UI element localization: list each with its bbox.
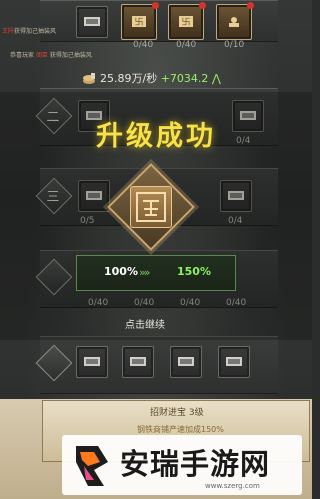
- income-rate: 25.89万/秒 +7034.2 ⋀: [100, 72, 221, 85]
- current-bonus: 100%: [104, 265, 138, 278]
- scroll-icon: [225, 355, 243, 368]
- item-slot[interactable]: [218, 346, 250, 378]
- next-bonus: 150%: [177, 265, 211, 278]
- tap-to-continue-label[interactable]: 点击继续: [125, 316, 165, 331]
- broadcast-notice: 恭喜玩家 阁臣 获得加己抽装风: [10, 52, 92, 59]
- brand-name: 安瑞手游网: [120, 447, 271, 481]
- item-slot[interactable]: [170, 346, 202, 378]
- scroll-icon: [83, 15, 101, 28]
- item-slot-active[interactable]: [216, 2, 254, 40]
- notification-dot: [247, 2, 254, 9]
- seal-icon: 卐: [130, 15, 148, 28]
- seal-icon: 卐: [177, 15, 195, 28]
- item-slot[interactable]: [76, 346, 108, 378]
- bonus-progress-bar: 100% »» 150%: [76, 255, 236, 291]
- shop-subtitle: 钢铁商铺产速加成150%: [137, 425, 224, 434]
- notification-dot: [152, 2, 159, 9]
- merchant-icon: [225, 15, 243, 28]
- coin-stack-icon: [82, 70, 96, 84]
- item-count: 0/10: [224, 40, 245, 50]
- up-chevron-icon: ⋀: [211, 72, 221, 85]
- item-count: 0/40: [133, 40, 154, 50]
- seal-icon: [130, 186, 172, 228]
- scroll-icon: [129, 355, 147, 368]
- scroll-icon: [83, 355, 101, 368]
- svg-text:卐: 卐: [134, 17, 143, 28]
- brand-logo-icon: [68, 440, 114, 490]
- item-count: 0/40: [176, 40, 197, 50]
- notification-dot: [199, 2, 206, 9]
- double-chevron-right-icon: »»: [139, 266, 151, 279]
- item-slot-active[interactable]: 卐: [168, 2, 206, 40]
- scroll-icon: [177, 355, 195, 368]
- svg-text:卐: 卐: [181, 17, 190, 28]
- shop-title: 招财进宝 3级: [150, 408, 204, 418]
- item-slot-active[interactable]: 卐: [121, 2, 159, 40]
- item-slot[interactable]: [122, 346, 154, 378]
- broadcast-notice: 王阡获得加己抽装风: [2, 28, 57, 35]
- brand-url: www.szerg.com: [205, 482, 260, 490]
- level-up-title: 升级成功: [96, 121, 216, 152]
- item-slot[interactable]: [76, 6, 108, 38]
